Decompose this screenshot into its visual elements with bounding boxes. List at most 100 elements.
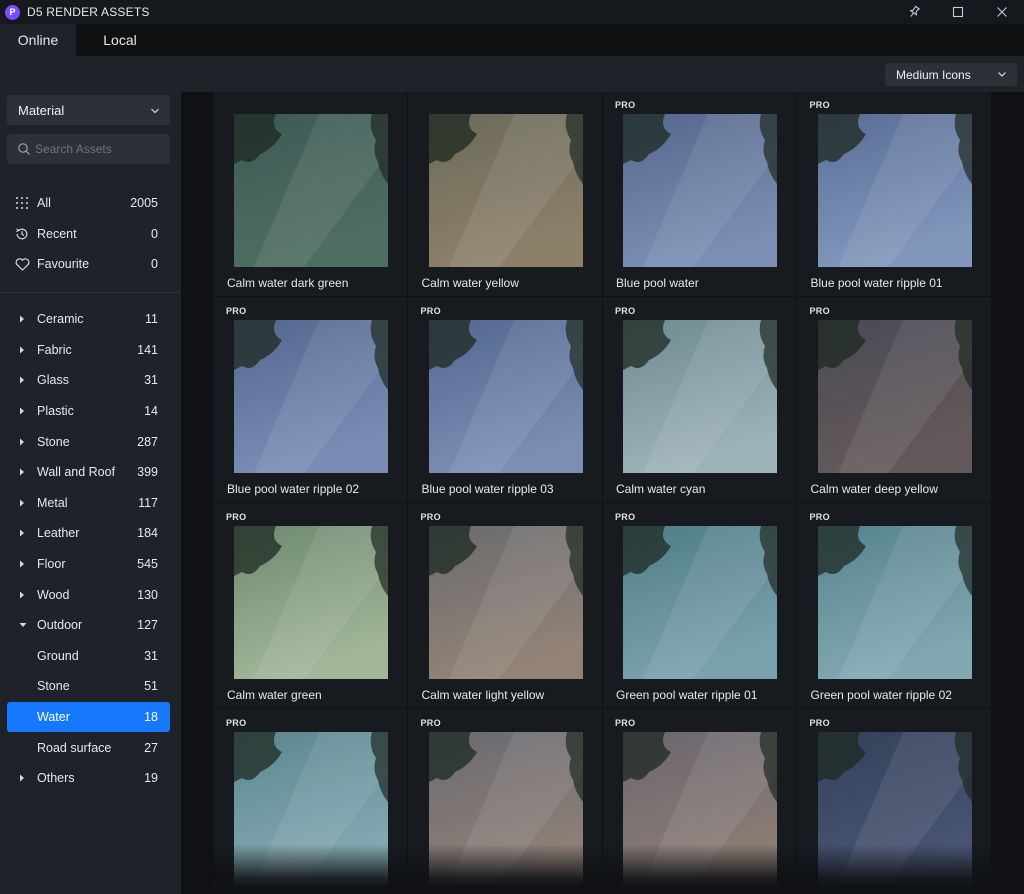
caret-wrapper[interactable] <box>7 774 37 782</box>
filter-favourite[interactable]: Favourite 0 <box>7 249 170 280</box>
caret-right-icon <box>20 529 24 537</box>
maximize-button[interactable] <box>936 0 980 24</box>
pin-button[interactable] <box>892 0 936 24</box>
asset-thumbnail[interactable] <box>428 320 583 473</box>
d5-logo-icon: P <box>5 4 20 20</box>
asset-card[interactable]: PRO Calm water light yellow <box>408 504 603 709</box>
history-icon <box>16 228 28 240</box>
asset-thumbnail[interactable] <box>234 526 388 679</box>
asset-name: Green pool water ripple 02 <box>810 688 952 702</box>
category-item[interactable]: Leather 184 <box>7 518 170 549</box>
subcategory-count: 27 <box>144 740 158 755</box>
caret-wrapper[interactable] <box>7 591 37 599</box>
caret-wrapper[interactable] <box>7 346 37 354</box>
subcategory-item[interactable]: Water 18 <box>7 701 170 733</box>
view-mode-select[interactable]: Medium Icons <box>885 63 1017 86</box>
asset-thumbnail[interactable] <box>817 320 972 473</box>
category-label: Wood <box>37 587 70 602</box>
category-item[interactable]: Floor 545 <box>7 549 170 580</box>
asset-thumbnail[interactable] <box>428 114 583 267</box>
category-item[interactable]: Wall and Roof 399 <box>7 457 170 488</box>
asset-card[interactable]: Calm water dark green <box>214 92 408 297</box>
asset-card[interactable]: PRO Blue pool water ripple 03 <box>408 298 603 503</box>
tab-online[interactable]: Online <box>0 24 76 56</box>
subcategory-label: Water <box>37 710 70 725</box>
filter-all[interactable]: All 2005 <box>7 188 170 219</box>
subcategory-item[interactable]: Road surface 27 <box>7 732 170 763</box>
pro-badge: PRO <box>809 512 830 522</box>
asset-name: Calm water cyan <box>616 482 706 496</box>
asset-thumbnail[interactable] <box>234 114 388 267</box>
category-item[interactable]: Metal 117 <box>7 488 170 519</box>
asset-thumbnail[interactable] <box>623 732 777 885</box>
asset-thumbnail[interactable] <box>234 732 388 885</box>
caret-down-icon <box>19 623 27 628</box>
maximize-icon <box>952 6 964 18</box>
category-item[interactable]: Glass 31 <box>7 365 170 396</box>
category-count: 545 <box>137 557 158 572</box>
asset-card[interactable]: PRO <box>214 710 408 894</box>
category-count: 141 <box>137 342 158 357</box>
pro-badge: PRO <box>615 718 636 728</box>
category-tree: Ceramic 11 Fabric 141 Glass 31 Plastic 14 Stone 2… <box>7 304 170 794</box>
asset-card[interactable]: PRO <box>798 710 992 894</box>
caret-wrapper[interactable] <box>7 407 37 415</box>
subcategory-item[interactable]: Ground 31 <box>7 641 170 672</box>
filter-recent[interactable]: Recent 0 <box>7 219 170 250</box>
category-count: 31 <box>144 373 158 388</box>
sidebar: Material All 2005 Recent 0 <box>0 92 181 894</box>
asset-name: Blue pool water ripple 01 <box>810 276 943 290</box>
asset-card[interactable]: PRO Calm water deep yellow <box>797 298 992 503</box>
asset-card[interactable]: PRO Calm water cyan <box>603 298 797 503</box>
search-box[interactable] <box>7 134 170 164</box>
asset-thumbnail[interactable] <box>623 114 777 267</box>
asset-thumbnail[interactable] <box>817 114 972 267</box>
pin-icon <box>909 5 921 17</box>
asset-card[interactable]: PRO Calm water green <box>214 504 408 709</box>
asset-thumbnail[interactable] <box>817 526 972 679</box>
search-input[interactable] <box>35 142 165 156</box>
close-button[interactable] <box>980 0 1024 24</box>
caret-right-icon <box>20 315 24 323</box>
asset-card[interactable]: Calm water yellow <box>408 92 603 297</box>
caret-wrapper[interactable] <box>7 499 37 507</box>
asset-thumbnail[interactable] <box>623 526 777 679</box>
app-title: D5 RENDER ASSETS <box>27 5 150 19</box>
subcategory-item[interactable]: Stone 51 <box>7 671 170 702</box>
asset-card[interactable]: PRO Blue pool water ripple 02 <box>214 298 408 503</box>
asset-thumbnail[interactable] <box>234 320 388 473</box>
asset-card[interactable]: PRO Green pool water ripple 01 <box>603 504 797 709</box>
filter-count: 2005 <box>130 196 158 211</box>
asset-card[interactable]: PRO <box>409 710 603 894</box>
caret-wrapper[interactable] <box>7 376 37 384</box>
asset-grid-area[interactable]: Calm water dark green Calm water yellow PR… <box>181 92 1024 894</box>
caret-wrapper[interactable] <box>7 529 37 537</box>
asset-card[interactable]: PRO Blue pool water ripple 01 <box>797 92 992 297</box>
asset-thumbnail[interactable] <box>623 320 777 473</box>
source-tabs: Online Local <box>0 24 1024 56</box>
caret-wrapper[interactable] <box>7 315 37 323</box>
caret-wrapper[interactable] <box>7 560 37 568</box>
category-item[interactable]: Wood 130 <box>7 579 170 610</box>
caret-wrapper[interactable] <box>7 468 37 476</box>
category-item[interactable]: Fabric 141 <box>7 335 170 366</box>
category-count: 127 <box>137 618 158 633</box>
category-item[interactable]: Stone 287 <box>7 426 170 457</box>
asset-thumbnail[interactable] <box>817 732 972 885</box>
asset-thumbnail[interactable] <box>428 732 583 885</box>
asset-type-dropdown[interactable]: Material <box>7 95 170 125</box>
category-item[interactable]: Ceramic 11 <box>7 304 170 335</box>
category-item[interactable]: Plastic 14 <box>7 396 170 427</box>
quick-filters: All 2005 Recent 0 Favourite 0 <box>7 188 170 280</box>
category-item[interactable]: Outdoor 127 <box>7 610 170 641</box>
caret-wrapper[interactable] <box>7 438 37 446</box>
caret-wrapper[interactable] <box>7 622 37 628</box>
asset-type-label: Material <box>18 102 65 118</box>
asset-card[interactable]: PRO Blue pool water <box>603 92 797 297</box>
asset-card[interactable]: PRO <box>603 710 797 894</box>
category-item[interactable]: Others 19 <box>7 763 170 794</box>
tab-local[interactable]: Local <box>76 24 164 56</box>
asset-card[interactable]: PRO Green pool water ripple 02 <box>797 504 992 709</box>
category-label: Metal <box>37 495 68 510</box>
asset-thumbnail[interactable] <box>428 526 583 679</box>
